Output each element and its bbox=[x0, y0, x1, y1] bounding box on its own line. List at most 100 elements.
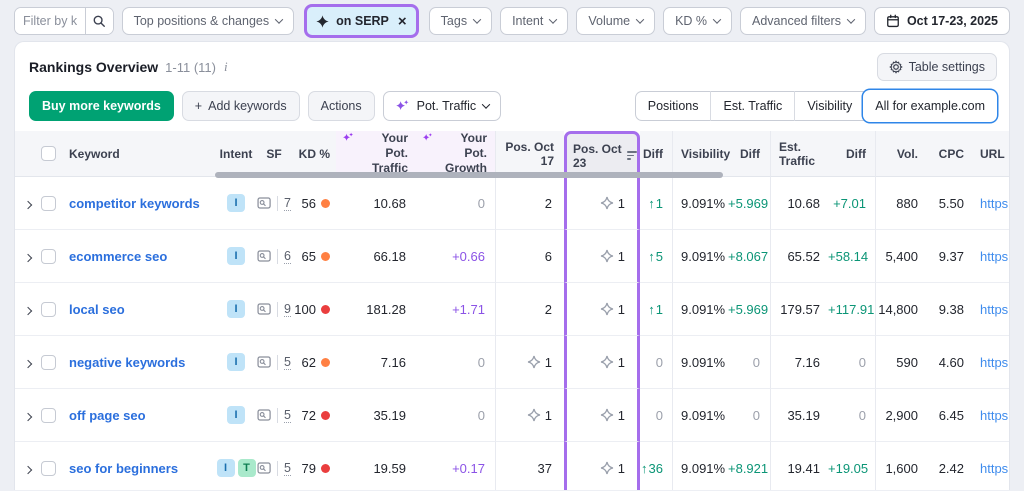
header-visibility[interactable]: Visibility bbox=[672, 131, 728, 177]
tab-visibility[interactable]: Visibility bbox=[794, 91, 864, 121]
chevron-right-icon[interactable] bbox=[24, 200, 32, 208]
keyword-link[interactable]: seo for beginners bbox=[69, 461, 178, 476]
on-serp-filter-chip[interactable]: on SERP × bbox=[307, 7, 416, 35]
ai-sparkles-icon bbox=[342, 131, 354, 145]
search-button[interactable] bbox=[85, 8, 113, 34]
header-kd[interactable]: KD % bbox=[291, 131, 336, 177]
kd-level-dot bbox=[321, 305, 330, 314]
chevron-right-icon[interactable] bbox=[24, 465, 32, 473]
header-diff-position[interactable]: Diff bbox=[640, 131, 672, 177]
keyword-link[interactable]: local seo bbox=[69, 302, 125, 317]
row-checkbox[interactable] bbox=[41, 408, 56, 423]
keyword-link[interactable]: negative keywords bbox=[69, 355, 185, 370]
serp-preview-icon[interactable] bbox=[257, 354, 271, 370]
pos-oct17-value: 1 bbox=[545, 408, 552, 423]
chevron-right-icon[interactable] bbox=[24, 412, 32, 420]
tab-all-for-domain[interactable]: All for example.com bbox=[863, 90, 997, 122]
header-keyword[interactable]: Keyword bbox=[69, 131, 215, 177]
info-icon[interactable]: i bbox=[224, 59, 228, 75]
url-link[interactable]: https://w bbox=[980, 302, 1009, 317]
keyword-link[interactable]: ecommerce seo bbox=[69, 249, 167, 264]
est-traffic-diff-value: +19.05 bbox=[828, 461, 868, 476]
keyword-link[interactable]: competitor keywords bbox=[69, 196, 200, 211]
kd-value: 65 bbox=[302, 249, 316, 264]
row-checkbox[interactable] bbox=[41, 355, 56, 370]
keyword-link[interactable]: off page seo bbox=[69, 408, 146, 423]
kd-value: 79 bbox=[302, 461, 316, 476]
url-link[interactable]: https://w bbox=[980, 461, 1009, 476]
serp-preview-icon[interactable] bbox=[257, 195, 271, 211]
pot-traffic-cell: 66.18 bbox=[336, 230, 416, 283]
sf-count[interactable]: 5 bbox=[284, 355, 291, 370]
header-url[interactable]: URL bbox=[970, 131, 1009, 177]
top-positions-dropdown[interactable]: Top positions & changes bbox=[122, 7, 295, 35]
sf-count[interactable]: 9 bbox=[284, 302, 291, 317]
tab-positions[interactable]: Positions bbox=[636, 91, 711, 121]
header-intent[interactable]: Intent bbox=[215, 131, 257, 177]
serp-preview-icon[interactable] bbox=[257, 301, 271, 317]
horizontal-scrollbar[interactable] bbox=[215, 172, 723, 178]
row-checkbox-cell bbox=[41, 336, 69, 389]
divider bbox=[277, 461, 278, 476]
est-traffic-diff-value: 0 bbox=[859, 408, 866, 423]
chevron-right-icon[interactable] bbox=[24, 253, 32, 261]
chevron-right-icon[interactable] bbox=[24, 306, 32, 314]
header-volume[interactable]: Vol. bbox=[875, 131, 932, 177]
sf-count[interactable]: 7 bbox=[284, 196, 291, 211]
kd-level-dot bbox=[321, 358, 330, 367]
divider bbox=[277, 302, 278, 317]
header-pos-oct23[interactable]: Pos. Oct 23 bbox=[564, 131, 640, 177]
header-est-traffic[interactable]: Est. Traffic bbox=[770, 131, 828, 177]
kd-value: 56 bbox=[302, 196, 316, 211]
tags-dropdown[interactable]: Tags bbox=[429, 7, 492, 35]
actions-button[interactable]: Actions bbox=[308, 91, 375, 121]
row-checkbox[interactable] bbox=[41, 196, 56, 211]
serp-preview-icon[interactable] bbox=[257, 407, 271, 423]
pos-diff-value: 0 bbox=[656, 355, 663, 370]
sf-cell: 9 bbox=[257, 283, 291, 336]
visibility-cell: 9.091% bbox=[672, 177, 728, 230]
volume-dropdown[interactable]: Volume bbox=[576, 7, 655, 35]
header-pos-oct17[interactable]: Pos. Oct 17 bbox=[495, 131, 564, 177]
intent-dropdown[interactable]: Intent bbox=[500, 7, 568, 35]
header-diff-est-traffic[interactable]: Diff bbox=[828, 131, 875, 177]
header-pot-growth[interactable]: Your Pot. Growth bbox=[416, 131, 495, 177]
sf-count[interactable]: 5 bbox=[284, 461, 291, 476]
pot-growth-value: 0 bbox=[478, 355, 485, 370]
advanced-filters-dropdown[interactable]: Advanced filters bbox=[740, 7, 866, 35]
url-link[interactable]: https://w bbox=[980, 249, 1009, 264]
header-sf[interactable]: SF bbox=[257, 131, 291, 177]
sf-count[interactable]: 6 bbox=[284, 249, 291, 264]
header-cpc[interactable]: CPC bbox=[932, 131, 970, 177]
add-keywords-button[interactable]: + Add keywords bbox=[182, 91, 300, 121]
serp-preview-icon[interactable] bbox=[257, 460, 271, 476]
serp-preview-icon[interactable] bbox=[257, 248, 271, 264]
select-all-checkbox[interactable] bbox=[41, 146, 56, 161]
pos-oct17-cell: 1 bbox=[495, 389, 564, 442]
pot-traffic-dropdown[interactable]: Pot. Traffic bbox=[383, 91, 502, 121]
date-range-picker[interactable]: Oct 17-23, 2025 bbox=[874, 7, 1010, 35]
sf-count[interactable]: 5 bbox=[284, 408, 291, 423]
divider bbox=[277, 249, 278, 264]
row-checkbox[interactable] bbox=[41, 302, 56, 317]
pot-traffic-cell: 19.59 bbox=[336, 442, 416, 490]
row-checkbox[interactable] bbox=[41, 249, 56, 264]
chevron-right-icon[interactable] bbox=[24, 359, 32, 367]
page-title: Rankings Overview bbox=[29, 59, 158, 75]
table-settings-button[interactable]: Table settings bbox=[877, 53, 997, 81]
url-link[interactable]: https://w bbox=[980, 196, 1009, 211]
search-icon bbox=[92, 14, 106, 28]
close-icon[interactable]: × bbox=[398, 13, 407, 30]
buy-more-keywords-button[interactable]: Buy more keywords bbox=[29, 91, 174, 121]
keyword-cell: local seo bbox=[69, 283, 215, 336]
url-link[interactable]: https://w bbox=[980, 355, 1009, 370]
row-checkbox[interactable] bbox=[41, 461, 56, 476]
sf-cell: 5 bbox=[257, 389, 291, 442]
kd-dropdown[interactable]: KD % bbox=[663, 7, 732, 35]
sf-cell: 5 bbox=[257, 336, 291, 389]
header-pot-traffic[interactable]: Your Pot. Traffic bbox=[336, 131, 416, 177]
tab-est-traffic[interactable]: Est. Traffic bbox=[710, 91, 794, 121]
keyword-filter-input[interactable] bbox=[15, 8, 85, 34]
header-diff-visibility[interactable]: Diff bbox=[728, 131, 770, 177]
url-link[interactable]: https://w bbox=[980, 408, 1009, 423]
